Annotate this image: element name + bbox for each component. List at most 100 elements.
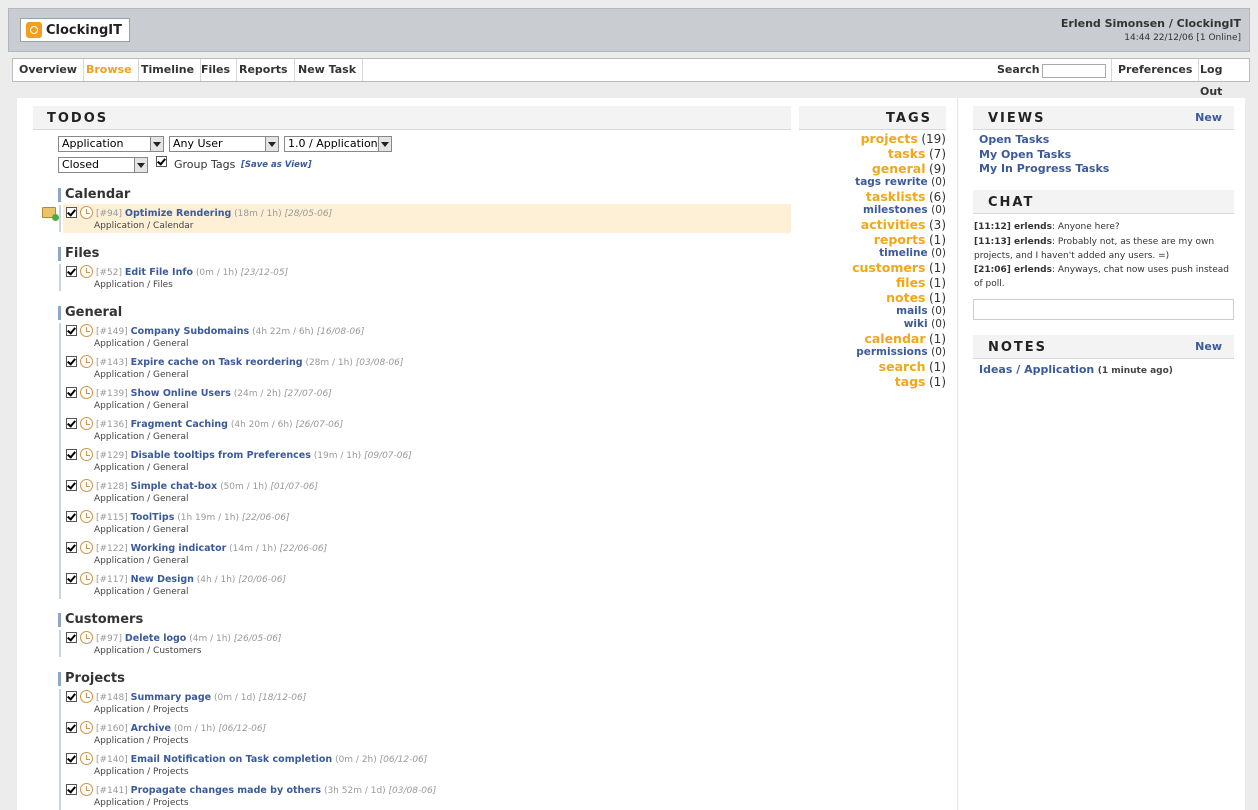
clock-icon[interactable]: [80, 752, 93, 765]
tag-item[interactable]: permissions (0): [856, 345, 946, 358]
tag-link[interactable]: milestones: [863, 204, 928, 216]
tag-link[interactable]: wiki: [904, 318, 928, 330]
tag-link[interactable]: tags: [895, 374, 926, 389]
task-done-checkbox[interactable]: [66, 722, 77, 733]
tag-link[interactable]: permissions: [856, 346, 927, 358]
tag-item[interactable]: general (9): [872, 161, 946, 176]
task-row[interactable]: [#140] Email Notification on Task comple…: [63, 750, 791, 779]
nav-browse[interactable]: Browse: [80, 59, 139, 81]
task-link[interactable]: Edit File Info: [125, 267, 193, 278]
tag-item[interactable]: calendar (1): [864, 331, 946, 346]
task-done-checkbox[interactable]: [66, 387, 77, 398]
task-link[interactable]: Simple chat-box: [131, 481, 218, 492]
view-link-my-in-progress[interactable]: My In Progress Tasks: [979, 162, 1109, 175]
task-link[interactable]: Expire cache on Task reordering: [131, 357, 303, 368]
task-link[interactable]: ToolTips: [131, 512, 175, 523]
clock-icon[interactable]: [80, 324, 93, 337]
tag-item[interactable]: mails (0): [896, 304, 946, 317]
task-link[interactable]: Propagate changes made by others: [131, 785, 321, 796]
tag-item[interactable]: tags (1): [895, 374, 946, 389]
tag-item[interactable]: tags rewrite (0): [855, 175, 946, 188]
clock-icon[interactable]: [80, 783, 93, 796]
task-done-checkbox[interactable]: [66, 542, 77, 553]
task-row[interactable]: [#141] Propagate changes made by others …: [63, 781, 791, 810]
clock-icon[interactable]: [80, 690, 93, 703]
note-item[interactable]: Ideas / Application (1 minute ago): [979, 363, 1173, 376]
task-row[interactable]: [#136] Fragment Caching (4h 20m / 6h) [2…: [63, 415, 791, 444]
clock-icon[interactable]: [80, 355, 93, 368]
clock-icon[interactable]: [80, 721, 93, 734]
tag-item[interactable]: activities (3): [861, 217, 946, 232]
task-row[interactable]: [#128] Simple chat-box (50m / 1h) [01/07…: [63, 477, 791, 506]
save-as-view-link[interactable]: [Save as View]: [241, 160, 312, 170]
tag-link[interactable]: notes: [886, 290, 925, 305]
task-row[interactable]: [#117] New Design (4h / 1h) [20/06-06] A…: [63, 570, 791, 599]
tag-link[interactable]: activities: [861, 217, 926, 232]
task-row[interactable]: [#52] Edit File Info (0m / 1h) [23/12-05…: [63, 263, 791, 292]
tag-link[interactable]: tasklists: [866, 189, 926, 204]
task-link[interactable]: Disable tooltips from Preferences: [131, 450, 311, 461]
nav-files[interactable]: Files: [195, 59, 238, 81]
task-row[interactable]: [#115] ToolTips (1h 19m / 1h) [22/06-06]…: [63, 508, 791, 537]
task-row[interactable]: [#143] Expire cache on Task reordering (…: [63, 353, 791, 382]
task-done-checkbox[interactable]: [66, 691, 77, 702]
tag-item[interactable]: customers (1): [852, 260, 946, 275]
clock-icon[interactable]: [80, 541, 93, 554]
task-done-checkbox[interactable]: [66, 418, 77, 429]
clock-icon[interactable]: [80, 206, 93, 219]
task-link[interactable]: New Design: [131, 574, 194, 585]
clock-icon[interactable]: [80, 386, 93, 399]
tag-link[interactable]: search: [879, 359, 926, 374]
tag-item[interactable]: notes (1): [886, 290, 946, 305]
clock-icon[interactable]: [80, 265, 93, 278]
task-done-checkbox[interactable]: [66, 207, 77, 218]
tag-link[interactable]: reports: [874, 232, 926, 247]
task-row[interactable]: [#129] Disable tooltips from Preferences…: [63, 446, 791, 475]
task-link[interactable]: Archive: [131, 723, 171, 734]
task-row[interactable]: [#148] Summary page (0m / 1d) [18/12-06]…: [63, 688, 791, 717]
task-row[interactable]: [#149] Company Subdomains (4h 22m / 6h) …: [63, 322, 791, 351]
task-link[interactable]: Delete logo: [125, 633, 186, 644]
view-link-open-tasks[interactable]: Open Tasks: [979, 133, 1049, 146]
search-input[interactable]: [1042, 64, 1106, 78]
tag-item[interactable]: wiki (0): [904, 317, 946, 330]
chat-input[interactable]: [973, 299, 1234, 320]
new-note-link[interactable]: New: [1195, 340, 1222, 353]
status-select[interactable]: Closed: [58, 157, 148, 173]
tag-item[interactable]: reports (1): [874, 232, 946, 247]
nav-preferences[interactable]: Preferences: [1111, 59, 1200, 81]
new-view-link[interactable]: New: [1195, 111, 1222, 124]
clock-icon[interactable]: [80, 510, 93, 523]
nav-logout[interactable]: Log Out: [1194, 59, 1249, 98]
nav-new-task[interactable]: New Task: [292, 59, 364, 81]
task-link[interactable]: Working indicator: [131, 543, 227, 554]
task-done-checkbox[interactable]: [66, 573, 77, 584]
app-logo[interactable]: ClockingIT: [20, 18, 131, 42]
task-done-checkbox[interactable]: [66, 449, 77, 460]
task-done-checkbox[interactable]: [66, 632, 77, 643]
task-row[interactable]: [#97] Delete logo (4m / 1h) [26/05-06] A…: [63, 629, 791, 658]
tag-link[interactable]: projects: [861, 131, 918, 146]
tag-link[interactable]: customers: [852, 260, 925, 275]
task-row[interactable]: [#139] Show Online Users (24m / 2h) [27/…: [63, 384, 791, 413]
task-done-checkbox[interactable]: [66, 784, 77, 795]
task-link[interactable]: Optimize Rendering: [125, 208, 231, 219]
tag-link[interactable]: tags rewrite: [855, 176, 927, 188]
task-done-checkbox[interactable]: [66, 511, 77, 522]
user-select[interactable]: Any User: [169, 136, 279, 152]
tag-item[interactable]: search (1): [879, 359, 946, 374]
clock-icon[interactable]: [80, 631, 93, 644]
task-row[interactable]: [#160] Archive (0m / 1h) [06/12-06] Appl…: [63, 719, 791, 748]
nav-timeline[interactable]: Timeline: [135, 59, 202, 81]
tag-item[interactable]: tasks (7): [888, 146, 946, 161]
task-done-checkbox[interactable]: [66, 753, 77, 764]
task-link[interactable]: Summary page: [131, 692, 211, 703]
tag-link[interactable]: general: [872, 161, 926, 176]
clock-icon[interactable]: [80, 417, 93, 430]
tag-link[interactable]: calendar: [864, 331, 925, 346]
project-select[interactable]: Application: [58, 136, 164, 152]
tag-link[interactable]: tasks: [888, 146, 926, 161]
tag-item[interactable]: timeline (0): [879, 246, 946, 259]
task-row[interactable]: [#122] Working indicator (14m / 1h) [22/…: [63, 539, 791, 568]
task-link[interactable]: Fragment Caching: [131, 419, 228, 430]
